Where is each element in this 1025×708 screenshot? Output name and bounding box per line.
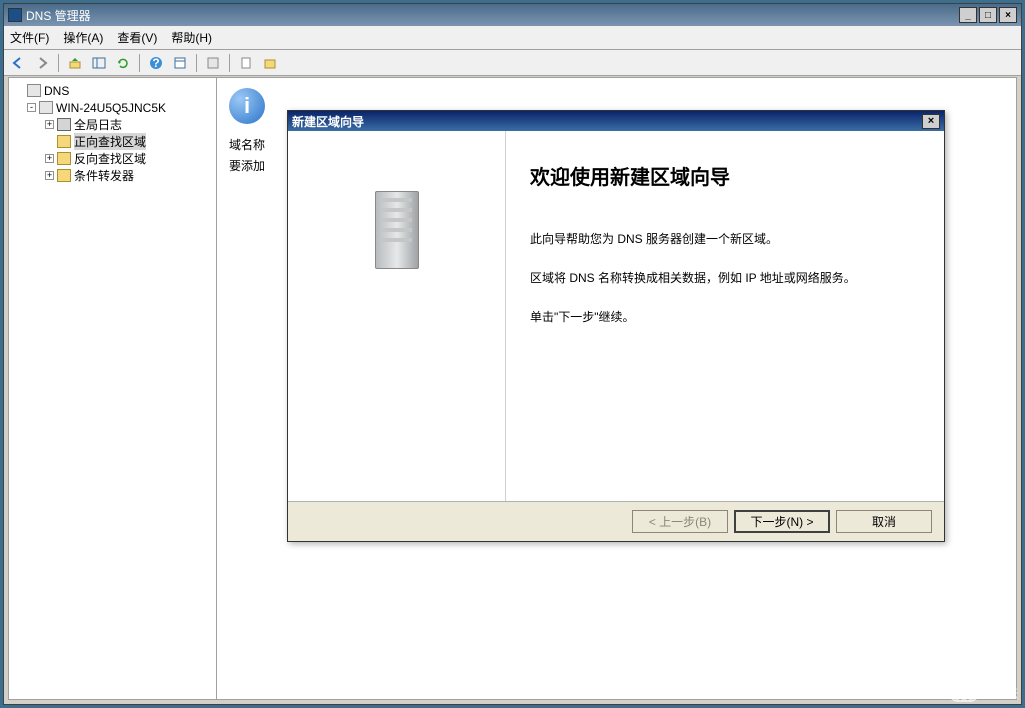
refresh-icon[interactable] xyxy=(113,53,133,73)
watermark: 亿速云 xyxy=(949,684,1019,702)
tree-root-label: DNS xyxy=(44,84,69,98)
expand-icon[interactable]: + xyxy=(45,171,54,180)
menu-view[interactable]: 查看(V) xyxy=(117,29,157,46)
tree-conditional-forwarders[interactable]: + 条件转发器 xyxy=(11,167,214,184)
wizard-title: 新建区域向导 xyxy=(292,113,922,130)
menu-file[interactable]: 文件(F) xyxy=(10,29,49,46)
forward-icon[interactable] xyxy=(32,53,52,73)
wizard-cancel-button[interactable]: 取消 xyxy=(836,510,932,533)
wizard-close-button[interactable]: × xyxy=(922,114,940,129)
window-title: DNS 管理器 xyxy=(26,7,957,24)
wizard-sidebar xyxy=(288,131,506,501)
tree-reverse-label: 反向查找区域 xyxy=(74,150,146,167)
expand-icon[interactable]: + xyxy=(45,120,54,129)
up-icon[interactable] xyxy=(65,53,85,73)
tree-global-log-label: 全局日志 xyxy=(74,116,122,133)
folder-icon xyxy=(57,169,71,182)
wizard-back-button: < 上一步(B) xyxy=(632,510,728,533)
toolbar-separator xyxy=(229,54,230,72)
menu-help[interactable]: 帮助(H) xyxy=(171,29,212,46)
wizard-next-button[interactable]: 下一步(N) > xyxy=(734,510,830,533)
wizard-titlebar: 新建区域向导 × xyxy=(288,111,944,131)
tree-conditional-label: 条件转发器 xyxy=(74,167,134,184)
wizard-main: 欢迎使用新建区域向导 此向导帮助您为 DNS 服务器创建一个新区域。 区域将 D… xyxy=(506,131,944,501)
tree-forward-lookup[interactable]: 正向查找区域 xyxy=(11,133,214,150)
minimize-button[interactable]: _ xyxy=(959,7,977,23)
wizard-footer: < 上一步(B) 下一步(N) > 取消 xyxy=(288,501,944,541)
tree-panel: DNS - WIN-24U5Q5JNC5K + 全局日志 正向查找区域 + 反向… xyxy=(9,78,217,699)
new-icon[interactable] xyxy=(236,53,256,73)
wizard-para-3: 单击"下一步"继续。 xyxy=(530,308,920,327)
menu-action[interactable]: 操作(A) xyxy=(63,29,103,46)
collapse-icon[interactable]: - xyxy=(27,103,36,112)
properties-icon[interactable] xyxy=(170,53,190,73)
toolbar: ? xyxy=(4,50,1021,76)
tree-root[interactable]: DNS xyxy=(11,82,214,99)
dns-icon xyxy=(27,84,41,97)
tree-server-label: WIN-24U5Q5JNC5K xyxy=(56,101,166,115)
new-zone-icon[interactable] xyxy=(260,53,280,73)
app-icon xyxy=(8,8,22,22)
log-icon xyxy=(57,118,71,131)
wizard-heading: 欢迎使用新建区域向导 xyxy=(530,161,920,190)
menubar: 文件(F) 操作(A) 查看(V) 帮助(H) xyxy=(4,26,1021,50)
toolbar-separator xyxy=(196,54,197,72)
filter-icon[interactable] xyxy=(203,53,223,73)
tree-global-log[interactable]: + 全局日志 xyxy=(11,116,214,133)
toolbar-separator xyxy=(58,54,59,72)
server-illustration-icon xyxy=(375,191,419,269)
folder-icon xyxy=(57,152,71,165)
titlebar: DNS 管理器 _ □ × xyxy=(4,4,1021,26)
show-hide-tree-icon[interactable] xyxy=(89,53,109,73)
tree-server[interactable]: - WIN-24U5Q5JNC5K xyxy=(11,99,214,116)
watermark-text: 亿速云 xyxy=(983,685,1019,702)
svg-text:?: ? xyxy=(152,56,159,70)
tree-reverse-lookup[interactable]: + 反向查找区域 xyxy=(11,150,214,167)
back-icon[interactable] xyxy=(8,53,28,73)
folder-icon xyxy=(57,135,71,148)
wizard-para-2: 区域将 DNS 名称转换成相关数据，例如 IP 地址或网络服务。 xyxy=(530,269,920,288)
server-icon xyxy=(39,101,53,114)
wizard-body: 欢迎使用新建区域向导 此向导帮助您为 DNS 服务器创建一个新区域。 区域将 D… xyxy=(288,131,944,501)
watermark-icon xyxy=(949,684,979,702)
info-icon: i xyxy=(229,88,265,124)
tree-forward-label: 正向查找区域 xyxy=(74,133,146,150)
new-zone-wizard-dialog: 新建区域向导 × 欢迎使用新建区域向导 此向导帮助您为 DNS 服务器创建一个新… xyxy=(287,110,945,542)
toolbar-separator xyxy=(139,54,140,72)
close-button[interactable]: × xyxy=(999,7,1017,23)
help-icon[interactable]: ? xyxy=(146,53,166,73)
expand-icon[interactable]: + xyxy=(45,154,54,163)
maximize-button[interactable]: □ xyxy=(979,7,997,23)
wizard-para-1: 此向导帮助您为 DNS 服务器创建一个新区域。 xyxy=(530,230,920,249)
